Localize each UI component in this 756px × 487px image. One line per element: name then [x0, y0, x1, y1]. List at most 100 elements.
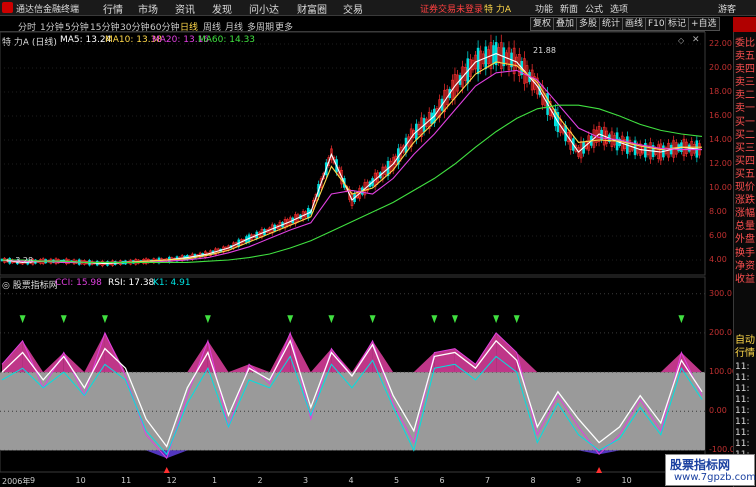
- panel-field-label: 外盘: [735, 234, 755, 246]
- menu-discover[interactable]: 发现: [212, 1, 232, 16]
- cci-overbought-fill: [681, 352, 702, 373]
- date-axis-label: 7: [485, 476, 491, 485]
- menu-trade[interactable]: 交易: [343, 1, 363, 16]
- k1-value: K1: 4.91: [153, 278, 191, 288]
- multi-stock-button[interactable]: 多股: [576, 17, 601, 31]
- panel-quotes[interactable]: 行情: [735, 348, 755, 359]
- add-watchlist-button[interactable]: +自选: [688, 17, 720, 31]
- price-axis-label: 8.00: [709, 207, 727, 216]
- menu-function[interactable]: 功能: [535, 2, 553, 15]
- panel-field-label: 卖三: [735, 77, 755, 89]
- price-axis-label: 6.00: [709, 231, 727, 240]
- sell-signal-icon: [101, 315, 108, 324]
- indicator-name-text: 股票指标网: [12, 281, 58, 291]
- panel-field-label: 买四: [735, 155, 755, 167]
- sell-signal-icon: [431, 315, 438, 324]
- overlay-button[interactable]: 叠加: [553, 17, 578, 31]
- price-axis-label: 14.00: [709, 135, 732, 144]
- sell-signal-icon: [287, 315, 294, 324]
- panel-field-label: 收益: [735, 273, 755, 285]
- price-axis-label: 22.00: [709, 39, 732, 48]
- low-price-value: 3.28: [15, 256, 34, 265]
- current-stock: 特 力A: [484, 5, 512, 15]
- login-notice[interactable]: 证券交易未登录: [420, 2, 483, 15]
- sell-signal-icon: [451, 315, 458, 324]
- low-price-label: ← 3.28: [6, 256, 34, 265]
- sell-signal-icon: [678, 315, 685, 324]
- cci-overbought-fill: [269, 332, 291, 373]
- panel-level-tab[interactable]: [733, 17, 756, 32]
- sell-signal-icon: [493, 315, 500, 324]
- date-axis-label: 11: [121, 476, 132, 485]
- menu-quotes[interactable]: 行情: [103, 1, 123, 16]
- cci-overbought-fill: [84, 332, 105, 373]
- panel-tick-time: 11:: [735, 439, 750, 449]
- cci-overbought-fill: [63, 352, 85, 373]
- menu-news[interactable]: 资讯: [175, 1, 195, 16]
- guest-user[interactable]: 游客: [718, 2, 736, 15]
- sell-signal-icon: [60, 315, 67, 324]
- panel-tick-time: 11:: [735, 373, 750, 383]
- buy-signal-icon: [163, 467, 170, 473]
- date-axis-label: 2006年: [2, 477, 31, 486]
- draw-button[interactable]: 画线: [622, 17, 647, 31]
- indicator-axis-label: 200.0: [709, 327, 732, 337]
- price-axis-label: 16.00: [709, 111, 732, 120]
- panel-field-label: 买一: [735, 116, 755, 128]
- ma-line-ma5: [1, 53, 703, 265]
- date-axis-label: 2: [257, 476, 263, 485]
- panel-tick-time: 11:: [735, 395, 750, 405]
- panel-field-label: 卖五: [735, 51, 755, 62]
- cci-overbought-fill: [228, 364, 250, 373]
- watermark-badge: 股票指标网 www.7gpzb.com: [665, 454, 756, 486]
- cci-overbought-fill: [475, 332, 497, 373]
- menu-ask[interactable]: 问小达: [249, 1, 279, 16]
- sell-signal-icon: [369, 315, 376, 324]
- sell-signal-icon: [328, 315, 335, 324]
- sell-signal-icon: [19, 315, 26, 324]
- chart-area[interactable]: [0, 32, 733, 487]
- date-axis-label: 10: [75, 476, 86, 485]
- menu-market[interactable]: 市场: [138, 1, 158, 16]
- mark-button[interactable]: 标记: [665, 17, 690, 31]
- stats-button[interactable]: 统计: [599, 17, 624, 31]
- price-axis-label: 10.00: [709, 183, 732, 192]
- panel-field-label: 卖一: [735, 103, 755, 115]
- panel-field-label: 卖四: [735, 64, 755, 76]
- panel-field-label: 买五: [735, 168, 755, 180]
- panel-tick-time: 11:: [735, 362, 750, 372]
- panel-tick-time: 11:: [735, 428, 750, 438]
- watermark-title: 股票指标网: [670, 458, 731, 472]
- panel-tick-time: 11:: [735, 417, 750, 427]
- cci-value: CCI: 15.98: [55, 278, 102, 288]
- panel-field-label: 买三: [735, 142, 755, 154]
- menu-new-layout[interactable]: 新面: [560, 2, 578, 15]
- menu-wealth[interactable]: 财富圈: [297, 1, 327, 16]
- cci-overbought-fill: [496, 332, 517, 373]
- panel-tick-time: 11:: [735, 406, 750, 416]
- watermark-url: www.7gpzb.com: [674, 472, 756, 483]
- indicator-axis-label: 300.0: [709, 288, 732, 298]
- price-axis-label: 20.00: [709, 63, 732, 72]
- adjust-button[interactable]: 复权: [530, 17, 555, 31]
- panel-field-label: 卖二: [735, 90, 755, 102]
- date-axis-label: 10: [621, 476, 632, 485]
- cci-overbought-fill: [2, 340, 23, 373]
- date-axis-label: 6: [439, 476, 445, 485]
- date-axis-label: 12: [166, 476, 177, 485]
- panel-tick-time: 11:: [735, 384, 750, 394]
- panel-order-ratio: 委比: [735, 38, 755, 49]
- indicator-name: ◎ 股票指标网: [2, 281, 58, 291]
- price-axis-label: 18.00: [709, 87, 732, 96]
- menu-options[interactable]: 选项: [610, 2, 628, 15]
- ma-line-ma60: [2, 104, 703, 263]
- panel-auto[interactable]: 自动: [735, 335, 755, 346]
- rsi-value: RSI: 17.38: [108, 278, 155, 288]
- sell-signal-icon: [204, 315, 211, 324]
- menu-formula[interactable]: 公式: [585, 2, 603, 15]
- cci-oversold-fill: [166, 450, 188, 459]
- ma-line-ma20: [1, 69, 702, 263]
- date-axis-label: 3: [303, 476, 309, 485]
- panel-field-label: 涨跌: [735, 195, 755, 207]
- title-bar: 通达信金融终端 行情 市场 资讯 发现 问小达 财富圈 交易 证券交易未登录 特…: [0, 0, 756, 16]
